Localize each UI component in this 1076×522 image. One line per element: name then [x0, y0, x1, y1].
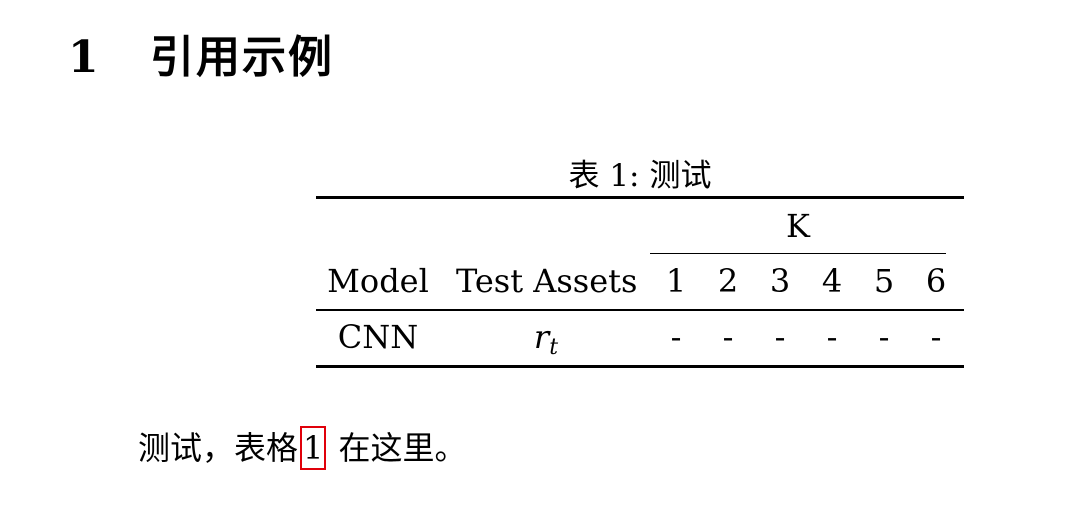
- k-group-header: K: [786, 207, 810, 245]
- header-k-4: 4: [821, 262, 843, 300]
- cell-k-4: -: [826, 318, 838, 356]
- cell-k-1: -: [670, 318, 682, 356]
- caption-text: 测试: [649, 158, 712, 194]
- paragraph-text-after: 在这里。: [328, 429, 467, 467]
- section-heading: 1 引用示例: [68, 28, 334, 88]
- caption-label: 表 1:: [568, 158, 640, 194]
- header-k-1: 1: [665, 262, 687, 300]
- header-k-2: 2: [717, 262, 739, 300]
- table-caption: 表 1: 测试: [316, 156, 964, 196]
- cell-k-6: -: [930, 318, 942, 356]
- table-top-rule: [316, 196, 964, 199]
- body-paragraph: 测试，表格 1 在这里。: [138, 424, 467, 472]
- cell-model: CNN: [337, 318, 419, 356]
- header-k-6: 6: [925, 262, 947, 300]
- data-table: K Model Test Assets 1 2 3 4 5 6 CNN rt -…: [316, 196, 964, 368]
- table-reference-link[interactable]: 1: [300, 426, 327, 470]
- header-k-5: 5: [873, 262, 895, 300]
- section-number: 1: [68, 32, 99, 83]
- header-test-assets: Test Assets: [456, 262, 638, 300]
- header-k-3: 3: [769, 262, 791, 300]
- paragraph-text-before: 测试，表格: [138, 429, 299, 467]
- cell-k-3: -: [774, 318, 786, 356]
- cell-k-2: -: [722, 318, 734, 356]
- section-title: 引用示例: [150, 32, 334, 83]
- header-model: Model: [327, 262, 429, 300]
- assets-subscript: t: [549, 335, 559, 360]
- k-group-rule: [650, 253, 946, 254]
- table-mid-rule: [316, 309, 964, 311]
- assets-variable: r: [533, 318, 550, 356]
- cell-test-assets: rt: [456, 317, 636, 368]
- cell-k-5: -: [878, 318, 890, 356]
- table-bottom-rule: [316, 365, 964, 368]
